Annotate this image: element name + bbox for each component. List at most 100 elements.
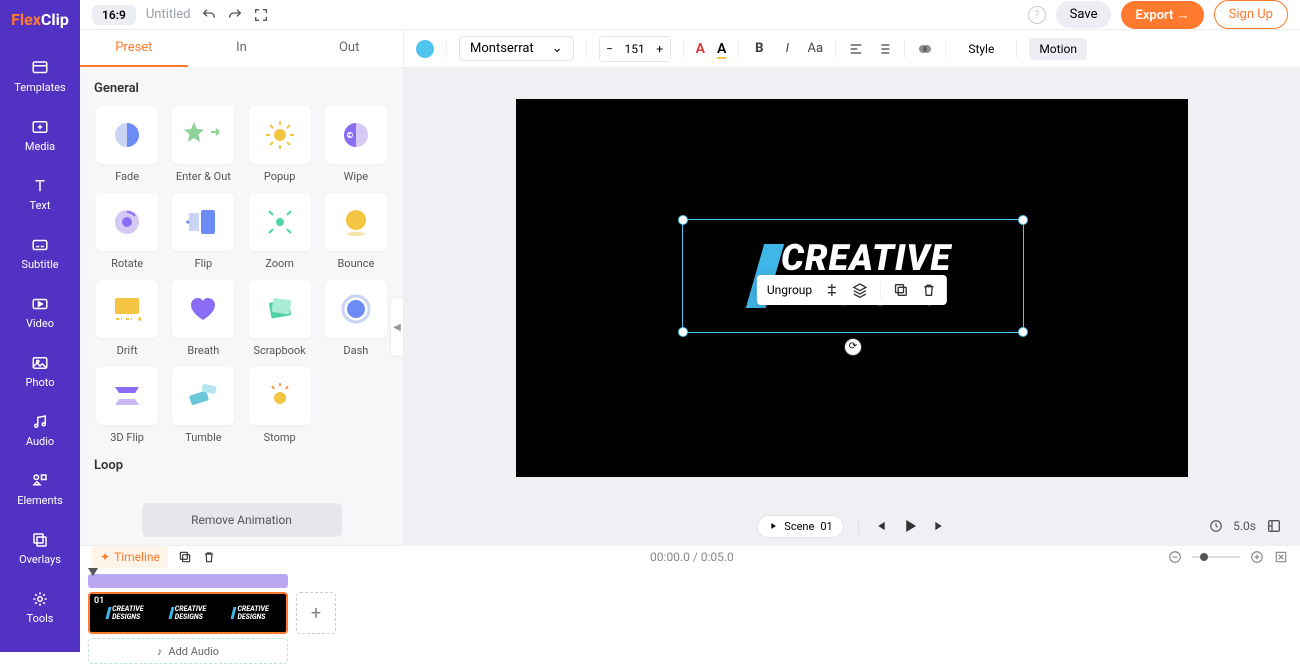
- sidebar-item-audio[interactable]: Audio: [0, 401, 80, 460]
- video-icon: [31, 295, 49, 313]
- aspect-ratio-pill[interactable]: 16:9: [92, 5, 136, 25]
- tab-in[interactable]: In: [188, 30, 296, 67]
- motion-track[interactable]: [88, 574, 288, 588]
- sidebar-item-media[interactable]: Media: [0, 106, 80, 165]
- letter-case-icon[interactable]: Aa: [807, 41, 823, 57]
- preset-3dflip[interactable]: 3D Flip: [94, 367, 160, 444]
- layer-icon[interactable]: [852, 282, 868, 298]
- delete-icon[interactable]: [921, 282, 937, 298]
- align-vert-icon[interactable]: [824, 282, 840, 298]
- preset-bounce[interactable]: Bounce: [323, 193, 389, 270]
- resize-handle-tr[interactable]: [1018, 215, 1028, 225]
- align-icon[interactable]: [848, 41, 864, 57]
- scene-clip[interactable]: 01 CREATIVEDESIGNS CREATIVEDESIGNS CREAT…: [88, 592, 288, 634]
- text-icon: [31, 177, 49, 195]
- font-selector[interactable]: Montserrat⌄: [459, 36, 574, 61]
- timeline-toggle[interactable]: ✦Timeline: [92, 546, 168, 568]
- preset-breath[interactable]: Breath: [170, 280, 236, 357]
- add-audio-button[interactable]: ♪Add Audio: [88, 638, 288, 664]
- timeline-tracks: 01 CREATIVEDESIGNS CREATIVEDESIGNS CREAT…: [80, 568, 1300, 670]
- resize-handle-bl[interactable]: [678, 327, 688, 337]
- tab-out[interactable]: Out: [295, 30, 403, 67]
- color-swatch[interactable]: [416, 40, 434, 58]
- remove-animation-button[interactable]: Remove Animation: [142, 503, 342, 537]
- preset-dash[interactable]: Dash: [323, 280, 389, 357]
- sidebar-item-video[interactable]: Video: [0, 283, 80, 342]
- copy-icon[interactable]: [893, 282, 909, 298]
- size-plus-button[interactable]: +: [650, 37, 670, 61]
- ungroup-button[interactable]: Ungroup: [767, 283, 812, 297]
- preset-stomp[interactable]: Stomp: [247, 367, 313, 444]
- sidebar-item-overlays[interactable]: Overlays: [0, 519, 80, 578]
- preset-drift[interactable]: Drift: [94, 280, 160, 357]
- play-icon[interactable]: [901, 517, 919, 535]
- fit-icon[interactable]: [1274, 550, 1288, 564]
- signup-button[interactable]: Sign Up: [1214, 0, 1288, 29]
- motion-button[interactable]: Motion: [1029, 38, 1087, 60]
- zoom-slider[interactable]: [1192, 556, 1240, 558]
- canvas-area: Ungroup ⟳: [404, 68, 1300, 507]
- tab-preset[interactable]: Preset: [80, 30, 188, 67]
- preset-rotate[interactable]: Rotate: [94, 193, 160, 270]
- preset-wipe[interactable]: Wipe: [323, 106, 389, 183]
- preset-list: General Fade Enter & Out Popup Wipe Rota…: [80, 67, 403, 493]
- preset-flip[interactable]: Flip: [170, 193, 236, 270]
- sidebar-item-subtitle[interactable]: Subtitle: [0, 224, 80, 283]
- subtitle-icon: [31, 236, 49, 254]
- duration-label: 5.0s: [1233, 519, 1256, 533]
- next-scene-icon[interactable]: [933, 519, 947, 533]
- zoom-out-icon[interactable]: [1168, 550, 1182, 564]
- resize-handle-br[interactable]: [1018, 327, 1028, 337]
- preset-enter-out[interactable]: Enter & Out: [170, 106, 236, 183]
- trash-icon[interactable]: [202, 550, 216, 564]
- canvas[interactable]: Ungroup ⟳: [516, 99, 1188, 477]
- help-icon[interactable]: ?: [1028, 6, 1046, 24]
- text-color-icon[interactable]: A: [696, 41, 705, 57]
- sidebar-item-elements[interactable]: Elements: [0, 460, 80, 519]
- rotate-handle-icon[interactable]: ⟳: [844, 338, 862, 356]
- topbar: 16:9 Untitled ? Save Export → Sign Up: [80, 0, 1300, 30]
- overlays-icon: [31, 531, 49, 549]
- size-minus-button[interactable]: −: [600, 37, 620, 61]
- undo-icon[interactable]: [201, 7, 217, 23]
- effects-icon[interactable]: [917, 41, 933, 57]
- list-icon[interactable]: [876, 41, 892, 57]
- playhead-icon[interactable]: [88, 568, 98, 578]
- resize-handle-tl[interactable]: [678, 215, 688, 225]
- text-toolbar: Montserrat⌄ − 151 + A A B I Aa: [404, 30, 1300, 68]
- preset-scrapbook[interactable]: Scrapbook: [247, 280, 313, 357]
- motion-panel: Preset In Out General Fade Enter & Out P…: [80, 30, 404, 545]
- scene-selector[interactable]: Scene 01: [757, 515, 843, 538]
- chevron-down-icon: ⌄: [552, 41, 563, 56]
- preset-popup[interactable]: Popup: [247, 106, 313, 183]
- font-size-stepper: − 151 +: [599, 36, 671, 62]
- prev-scene-icon[interactable]: [873, 519, 887, 533]
- main: 16:9 Untitled ? Save Export → Sign Up Pr…: [80, 0, 1300, 652]
- fullscreen-icon[interactable]: [253, 7, 269, 23]
- timeline-icon: ✦: [100, 550, 110, 564]
- italic-icon[interactable]: I: [779, 41, 795, 57]
- bold-icon[interactable]: B: [751, 41, 767, 57]
- sidebar-item-photo[interactable]: Photo: [0, 342, 80, 401]
- preset-tumble[interactable]: Tumble: [170, 367, 236, 444]
- collapse-panel-icon[interactable]: ◀: [390, 297, 403, 357]
- sidebar-item-templates[interactable]: Templates: [0, 47, 80, 106]
- save-button[interactable]: Save: [1056, 1, 1112, 28]
- preset-fade[interactable]: Fade: [94, 106, 160, 183]
- project-title[interactable]: Untitled: [146, 7, 191, 22]
- zoom-in-icon[interactable]: [1250, 550, 1264, 564]
- sidebar-item-tools[interactable]: Tools: [0, 578, 80, 637]
- font-size-value[interactable]: 151: [620, 42, 650, 56]
- duplicate-icon[interactable]: [178, 550, 192, 564]
- playback-bar: Scene 01 5.0s: [404, 507, 1300, 545]
- export-button[interactable]: Export →: [1121, 1, 1203, 29]
- section-loop: Loop: [94, 458, 389, 473]
- highlight-icon[interactable]: A: [717, 41, 726, 57]
- redo-icon[interactable]: [227, 7, 243, 23]
- add-scene-button[interactable]: +: [296, 592, 336, 634]
- preset-zoom[interactable]: Zoom: [247, 193, 313, 270]
- section-general: General: [94, 81, 389, 96]
- expand-canvas-icon[interactable]: [1266, 518, 1282, 534]
- style-button[interactable]: Style: [958, 38, 1004, 60]
- sidebar-item-text[interactable]: Text: [0, 165, 80, 224]
